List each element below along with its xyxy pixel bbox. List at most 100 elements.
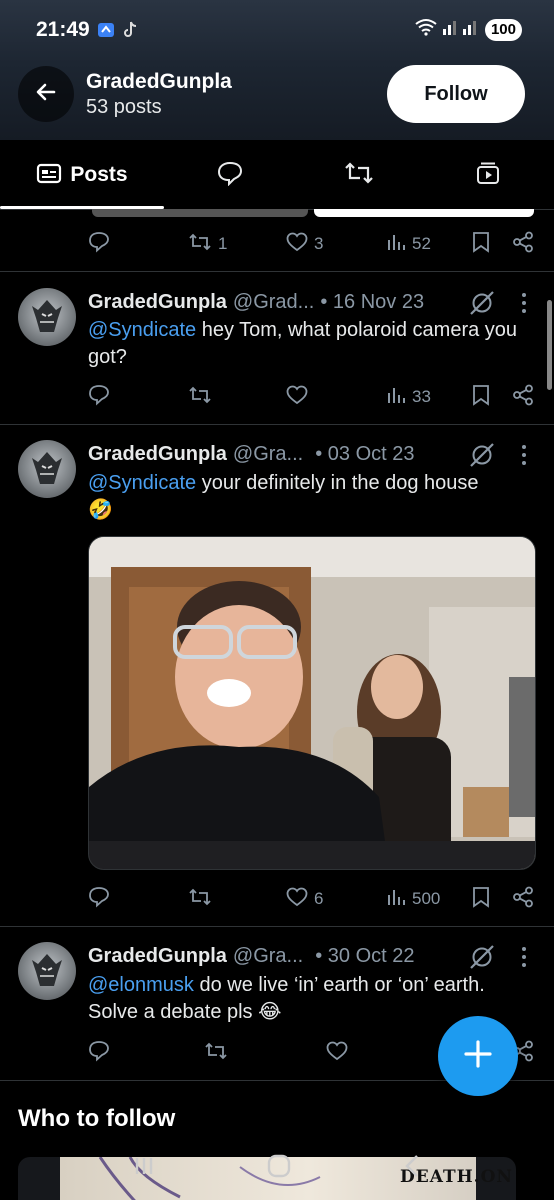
grok-icon[interactable] <box>468 442 496 473</box>
repost-icon <box>344 160 374 191</box>
wifi-icon <box>415 18 437 41</box>
more-options-icon[interactable] <box>516 292 532 319</box>
share-icon <box>512 886 534 913</box>
author-handle[interactable]: @Grad... <box>233 291 314 314</box>
bookmark-icon <box>472 886 490 913</box>
views-icon <box>386 887 406 912</box>
status-bar: 21:49 100 <box>0 0 554 60</box>
author-name[interactable]: GradedGunpla <box>88 291 227 314</box>
status-time: 21:49 <box>36 18 90 41</box>
tab-reposts[interactable] <box>296 140 422 210</box>
views-icon <box>386 232 406 257</box>
reply-button[interactable] <box>88 884 110 914</box>
avatar[interactable] <box>18 288 76 346</box>
share-icon <box>512 384 534 411</box>
reply-icon <box>88 231 110 258</box>
author-handle[interactable]: @Gra... <box>233 443 303 466</box>
heart-icon <box>286 232 308 257</box>
avatar[interactable] <box>18 942 76 1000</box>
scrollbar[interactable] <box>547 300 552 390</box>
tweet-photo[interactable] <box>88 536 536 870</box>
bookmark-icon <box>472 231 490 258</box>
tweet-actions: 6 500 <box>88 884 534 914</box>
tweet-header: GradedGunpla @Gra... • 03 Oct 23 <box>88 441 415 467</box>
share-button[interactable] <box>512 382 534 412</box>
like-button[interactable]: 6 <box>286 884 323 914</box>
tweet-header: GradedGunpla @Gra... • 30 Oct 22 <box>88 943 415 969</box>
tab-posts-label: Posts <box>70 163 128 186</box>
tab-posts[interactable]: Posts <box>0 140 164 210</box>
tweet-date[interactable]: • 30 Oct 22 <box>315 945 414 968</box>
recent-apps-icon[interactable] <box>132 1154 156 1183</box>
repost-icon <box>204 1041 228 1066</box>
home-icon[interactable] <box>266 1153 292 1184</box>
repost-icon <box>188 232 212 257</box>
media-icon <box>475 160 501 191</box>
views-button[interactable]: 52 <box>386 229 431 259</box>
posts-count: 53 posts <box>86 96 162 118</box>
profile-tabs: Posts <box>0 140 554 210</box>
system-nav-bar <box>0 1136 554 1200</box>
repost-button[interactable]: 1 <box>188 229 227 259</box>
system-back-icon[interactable] <box>402 1153 422 1184</box>
views-count: 500 <box>412 889 441 908</box>
tweet-body: your definitely in the dog house <box>196 472 479 494</box>
battery-indicator: 100 <box>484 18 522 41</box>
like-button[interactable]: 3 <box>286 229 323 259</box>
more-options-icon[interactable] <box>516 444 532 471</box>
bookmark-button[interactable] <box>472 229 490 259</box>
bookmark-icon <box>472 384 490 411</box>
bookmark-button[interactable] <box>472 382 490 412</box>
grok-icon[interactable] <box>468 944 496 975</box>
heart-icon <box>326 1041 348 1066</box>
views-button[interactable]: 33 <box>386 382 431 412</box>
tab-replies[interactable] <box>164 140 296 210</box>
author-name[interactable]: GradedGunpla <box>88 945 227 968</box>
emoji: 🤣 <box>88 499 113 521</box>
tab-media[interactable] <box>422 140 554 210</box>
reply-icon <box>88 384 110 411</box>
tweet-actions: 33 <box>88 382 534 412</box>
reply-button[interactable] <box>88 229 110 259</box>
views-button[interactable]: 500 <box>386 884 440 914</box>
previous-tweet-image[interactable] <box>314 209 534 217</box>
compose-post-button[interactable] <box>438 1016 518 1096</box>
previous-tweet-image[interactable] <box>92 209 308 217</box>
follow-button[interactable]: Follow <box>387 65 525 123</box>
reply-button[interactable] <box>88 382 110 412</box>
views-count: 52 <box>412 234 431 253</box>
author-name[interactable]: GradedGunpla <box>88 443 227 466</box>
views-count: 33 <box>412 387 431 406</box>
like-button[interactable] <box>326 1038 348 1068</box>
tweet-date[interactable]: • 16 Nov 23 <box>320 291 424 314</box>
repost-icon <box>188 887 212 912</box>
like-count: 3 <box>314 234 324 253</box>
bookmark-button[interactable] <box>472 884 490 914</box>
mention-link[interactable]: @Syndicate <box>88 472 196 494</box>
back-button[interactable] <box>18 66 74 122</box>
repost-count: 1 <box>218 234 228 253</box>
views-icon <box>386 385 406 410</box>
signal-icon <box>442 19 479 40</box>
profile-name: GradedGunpla <box>86 70 232 93</box>
mention-link[interactable]: @Syndicate <box>88 319 196 341</box>
repost-button[interactable] <box>188 382 212 412</box>
tweet-divider <box>0 271 554 272</box>
author-handle[interactable]: @Gra... <box>233 945 303 968</box>
profile-header: 21:49 100 GradedGunpla 53 posts Follow <box>0 0 554 140</box>
like-button[interactable] <box>286 382 308 412</box>
repost-button[interactable] <box>188 884 212 914</box>
more-options-icon[interactable] <box>516 946 532 973</box>
status-system-icons: 100 <box>415 18 522 41</box>
repost-button[interactable] <box>204 1038 228 1068</box>
tweet-divider <box>0 424 554 425</box>
share-button[interactable] <box>512 229 534 259</box>
mention-link[interactable]: @elonmusk <box>88 974 194 996</box>
tweet-text: @elonmusk do we live ‘in’ earth or ‘on’ … <box>88 972 528 1026</box>
share-button[interactable] <box>512 884 534 914</box>
tiktok-icon <box>120 20 140 45</box>
avatar[interactable] <box>18 440 76 498</box>
plus-icon <box>463 1039 493 1074</box>
tweet-date[interactable]: • 03 Oct 23 <box>315 443 414 466</box>
reply-button[interactable] <box>88 1038 110 1068</box>
